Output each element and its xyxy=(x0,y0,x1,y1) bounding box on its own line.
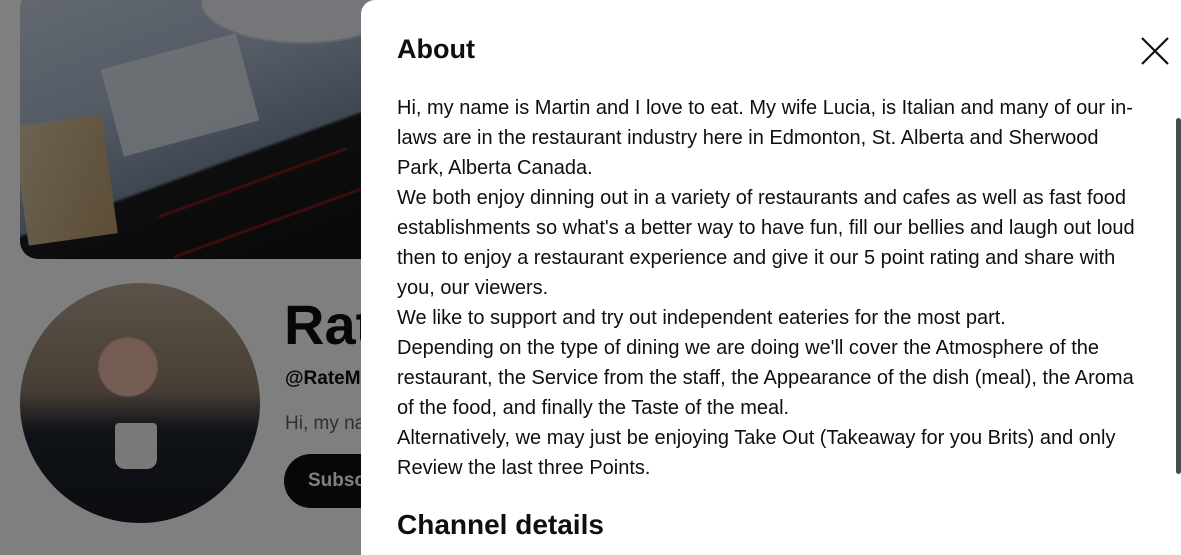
description-paragraph: Depending on the type of dining we are d… xyxy=(397,337,1134,419)
close-icon xyxy=(1141,37,1169,65)
channel-details-heading: Channel details xyxy=(397,509,604,540)
channel-description: Hi, my name is Martin and I love to eat.… xyxy=(397,93,1147,483)
about-dialog: About Hi, my name is Martin and I love t… xyxy=(361,0,1181,555)
description-paragraph: We like to support and try out independe… xyxy=(397,307,1006,329)
description-paragraph: Alternatively, we may just be enjoying T… xyxy=(397,427,1116,479)
description-paragraph: We both enjoy dinning out in a variety o… xyxy=(397,187,1135,299)
description-paragraph: Hi, my name is Martin and I love to eat.… xyxy=(397,97,1133,179)
dialog-title: About xyxy=(397,34,475,64)
close-button[interactable] xyxy=(1136,32,1174,70)
dialog-scrollbar[interactable] xyxy=(1176,118,1181,474)
